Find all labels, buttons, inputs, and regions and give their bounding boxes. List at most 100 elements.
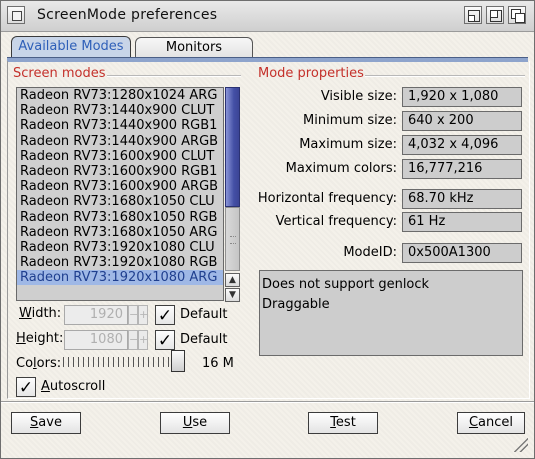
modeid-value: 0x500A1300 bbox=[402, 243, 522, 263]
screen-mode-item[interactable]: Radeon RV73:1920x1080 CLU bbox=[17, 240, 223, 255]
width-label: Width: bbox=[19, 306, 61, 321]
note-line: Does not support genlock bbox=[262, 277, 430, 292]
slider-tick bbox=[168, 357, 169, 367]
slider-tick bbox=[88, 357, 89, 367]
scroll-down-arrow-icon[interactable]: ▼ bbox=[225, 288, 240, 302]
slider-tick bbox=[98, 357, 99, 367]
maximum-size-value: 4,032 x 4,096 bbox=[402, 135, 522, 155]
check-icon: ✓ bbox=[157, 331, 173, 351]
slider-tick bbox=[158, 357, 159, 367]
hfreq-value: 68.70 kHz bbox=[402, 189, 522, 209]
height-label: Height: bbox=[16, 331, 63, 346]
grip-icon bbox=[230, 236, 236, 244]
zoom-icon[interactable] bbox=[486, 6, 504, 24]
colors-label: Colors: bbox=[16, 356, 61, 371]
autoscroll-checkbox[interactable]: ✓ bbox=[16, 377, 36, 398]
mode-properties-heading: Mode properties bbox=[258, 66, 364, 81]
use-label: se bbox=[192, 415, 208, 430]
colors-value: 16 M bbox=[202, 356, 234, 371]
test-label: est bbox=[335, 415, 356, 430]
colors-slider-track[interactable] bbox=[63, 357, 179, 367]
width-field[interactable]: 1920 bbox=[64, 305, 128, 325]
maximum-colors-label: Maximum colors: bbox=[285, 161, 397, 176]
colors-label-b: ors: bbox=[36, 356, 62, 371]
screen-mode-item[interactable]: Radeon RV73:1920x1080 ARG bbox=[17, 270, 223, 286]
check-icon: ✓ bbox=[18, 378, 34, 398]
visible-size-label: Visible size: bbox=[320, 89, 397, 104]
screen-mode-item[interactable]: Radeon RV73:1440x900 RGB1 bbox=[17, 118, 223, 133]
close-icon[interactable] bbox=[7, 6, 25, 24]
save-label: ave bbox=[38, 415, 62, 430]
screen-mode-item[interactable]: Radeon RV73:1600x900 ARGB bbox=[17, 179, 223, 194]
mode-notes: Does not support genlock Draggable bbox=[259, 270, 523, 356]
width-increment-button[interactable]: + bbox=[138, 305, 148, 325]
iconify-icon[interactable] bbox=[464, 6, 482, 24]
slider-tick bbox=[118, 357, 119, 367]
slider-tick bbox=[103, 357, 104, 367]
slider-tick bbox=[113, 357, 114, 367]
vfreq-value: 61 Hz bbox=[402, 212, 522, 232]
slider-tick bbox=[68, 357, 69, 367]
screen-mode-item[interactable]: Radeon RV73:1680x1050 RGB bbox=[17, 210, 223, 225]
colors-label-a: Co bbox=[16, 356, 34, 371]
note-line: Draggable bbox=[262, 297, 330, 312]
screen-mode-item[interactable]: Radeon RV73:1600x900 CLUT bbox=[17, 149, 223, 164]
width-default-label: Default bbox=[180, 307, 228, 322]
width-label-text: idth: bbox=[31, 306, 62, 321]
tab-monitors[interactable]: Monitors bbox=[135, 37, 253, 59]
screen-mode-item[interactable]: Radeon RV73:1440x900 CLUT bbox=[17, 103, 223, 118]
cancel-accel: C bbox=[468, 415, 479, 430]
width-label-accel: W bbox=[19, 306, 32, 321]
height-increment-button[interactable]: + bbox=[138, 330, 148, 350]
slider-tick bbox=[63, 357, 64, 367]
screen-modes-heading: Screen modes bbox=[13, 66, 106, 81]
height-default-checkbox[interactable]: ✓ bbox=[155, 330, 175, 351]
slider-tick bbox=[148, 357, 149, 367]
hfreq-label: Horizontal frequency: bbox=[257, 191, 397, 206]
check-icon: ✓ bbox=[157, 306, 173, 326]
height-label-text: eight: bbox=[25, 331, 64, 346]
cancel-button[interactable]: Cancel bbox=[457, 412, 525, 434]
resize-grip-icon[interactable] bbox=[514, 438, 528, 452]
slider-tick bbox=[78, 357, 79, 367]
use-button[interactable]: Use bbox=[160, 412, 230, 434]
screenmode-window: ScreenMode preferences Available Modes M… bbox=[0, 0, 535, 459]
button-bar-divider bbox=[1, 401, 534, 403]
screen-modes-rule bbox=[107, 75, 241, 77]
slider-tick bbox=[93, 357, 94, 367]
depth-icon[interactable] bbox=[508, 6, 526, 24]
tab-available-modes[interactable]: Available Modes bbox=[11, 36, 131, 58]
slider-tick bbox=[133, 357, 134, 367]
mode-properties-rule bbox=[365, 75, 525, 77]
slider-tick bbox=[143, 357, 144, 367]
scroll-up-arrow-icon[interactable]: ▲ bbox=[225, 273, 240, 287]
window-title: ScreenMode preferences bbox=[37, 7, 218, 23]
maximum-colors-value: 16,777,216 bbox=[402, 159, 522, 179]
height-decrement-button[interactable]: − bbox=[128, 330, 138, 350]
save-button[interactable]: Save bbox=[11, 412, 81, 434]
height-field[interactable]: 1080 bbox=[64, 330, 128, 350]
screen-mode-item[interactable]: Radeon RV73:1440x900 ARGB bbox=[17, 134, 223, 149]
screen-mode-item[interactable]: Radeon RV73:1600x900 RGB1 bbox=[17, 164, 223, 179]
title-bar[interactable]: ScreenMode preferences bbox=[1, 1, 534, 32]
minimum-size-label: Minimum size: bbox=[303, 113, 397, 128]
visible-size-value: 1,920 x 1,080 bbox=[402, 87, 522, 107]
screen-mode-item[interactable]: Radeon RV73:1280x1024 ARG bbox=[17, 88, 223, 103]
screen-mode-item[interactable]: Radeon RV73:1680x1050 CLU bbox=[17, 194, 223, 209]
width-decrement-button[interactable]: − bbox=[128, 305, 138, 325]
colors-slider-knob[interactable] bbox=[171, 350, 185, 372]
screen-modes-list[interactable]: Radeon RV73:1280x1024 ARG Radeon RV73:144… bbox=[16, 87, 224, 301]
slider-tick bbox=[83, 357, 84, 367]
vfreq-label: Vertical frequency: bbox=[275, 214, 397, 229]
autoscroll-label-accel: A bbox=[41, 379, 50, 394]
width-default-checkbox[interactable]: ✓ bbox=[155, 305, 175, 326]
test-button[interactable]: Test bbox=[308, 412, 378, 434]
slider-tick bbox=[153, 357, 154, 367]
screen-mode-item[interactable]: Radeon RV73:1680x1050 ARG bbox=[17, 225, 223, 240]
screen-mode-item[interactable]: Radeon RV73:1920x1080 RGB bbox=[17, 255, 223, 270]
maximum-size-label: Maximum size: bbox=[299, 137, 397, 152]
slider-tick bbox=[123, 357, 124, 367]
slider-tick bbox=[108, 357, 109, 367]
slider-tick bbox=[163, 357, 164, 367]
autoscroll-label: Autoscroll bbox=[41, 379, 105, 394]
